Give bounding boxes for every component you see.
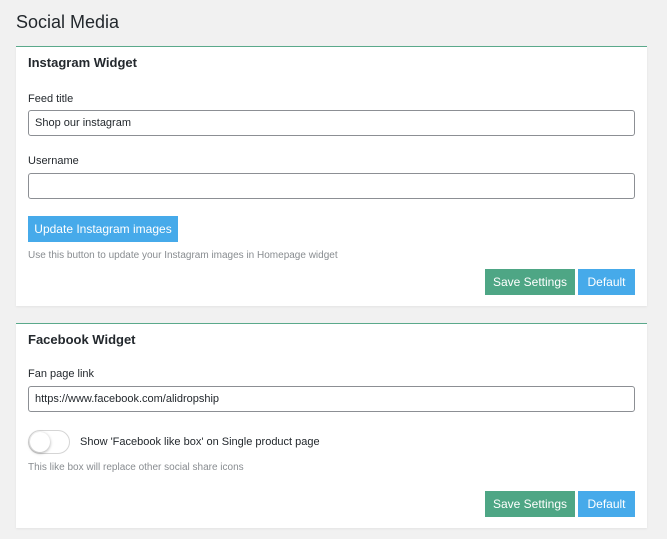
facebook-save-settings-button[interactable]: Save Settings xyxy=(485,491,575,517)
username-input[interactable] xyxy=(28,173,635,199)
instagram-default-button[interactable]: Default xyxy=(578,269,635,295)
instagram-save-settings-button[interactable]: Save Settings xyxy=(485,269,575,295)
facebook-widget-title: Facebook Widget xyxy=(28,332,136,347)
fan-page-link-label: Fan page link xyxy=(28,368,95,380)
fan-page-link-input[interactable] xyxy=(28,386,635,412)
feed-title-label: Feed title xyxy=(28,93,74,105)
page-title: Social Media xyxy=(16,12,120,32)
facebook-widget-panel: Facebook Widget Fan page link Show 'Face… xyxy=(16,323,647,528)
instagram-widget-title: Instagram Widget xyxy=(28,55,137,70)
facebook-like-box-toggle[interactable] xyxy=(28,430,70,454)
update-instagram-images-button[interactable]: Update Instagram images xyxy=(28,216,178,242)
toggle-knob xyxy=(30,432,50,452)
feed-title-input[interactable] xyxy=(28,110,635,136)
username-label: Username xyxy=(28,155,79,167)
instagram-help-text: Use this button to update your Instagram… xyxy=(28,250,338,261)
facebook-help-text: This like box will replace other social … xyxy=(28,462,244,473)
facebook-default-button[interactable]: Default xyxy=(578,491,635,517)
instagram-widget-panel: Instagram Widget Feed title Username Upd… xyxy=(16,46,647,306)
facebook-like-box-toggle-label: Show 'Facebook like box' on Single produ… xyxy=(80,436,320,448)
